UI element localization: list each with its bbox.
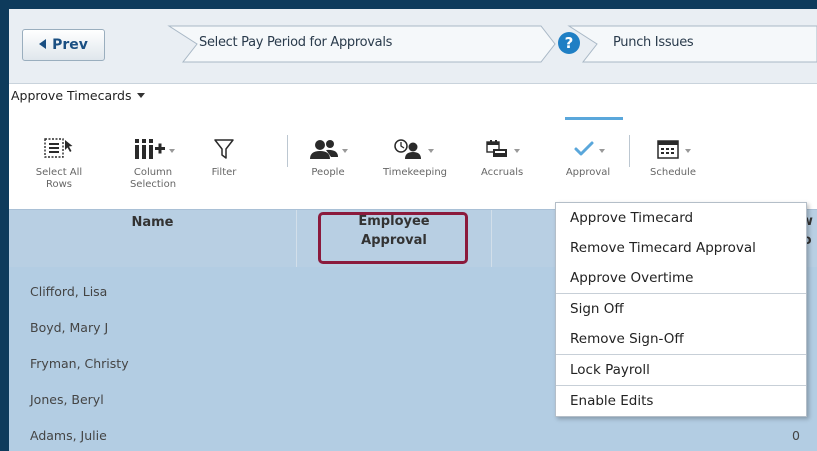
employee-name: Jones, Beryl xyxy=(30,392,104,407)
timekeeping-label: Timekeeping xyxy=(383,167,448,178)
column-header-name[interactable]: Name xyxy=(9,210,296,268)
toolbar-separator xyxy=(287,135,288,167)
row-value: 0 xyxy=(792,428,800,443)
filter-label: Filter xyxy=(211,167,237,178)
column-divider xyxy=(491,210,492,268)
wizard-step-select-pay-period[interactable]: Select Pay Period for Approvals xyxy=(199,27,392,59)
column-selection-label-1: Column xyxy=(133,167,173,178)
approval-button[interactable]: Approval xyxy=(565,127,611,179)
dropdown-arrow-icon xyxy=(598,149,605,153)
employee-name: Clifford, Lisa xyxy=(30,284,108,299)
wizard-steps-shapes xyxy=(167,25,817,63)
employee-name: Boyd, Mary J xyxy=(30,320,109,335)
menu-item-approve-timecard[interactable]: Approve Timecard xyxy=(556,203,806,233)
caret-down-icon xyxy=(137,93,146,98)
column-selection-label-2: Selection xyxy=(129,179,177,190)
filter-button[interactable]: Filter xyxy=(207,127,241,179)
timecard-approval-page: Prev Select Pay Period for Approvals ? P… xyxy=(9,9,817,451)
approval-label: Approval xyxy=(565,167,611,178)
select-all-label-1: Select All xyxy=(35,167,83,178)
approve-timecards-label: Approve Timecards xyxy=(11,88,132,103)
menu-item-remove-sign-off[interactable]: Remove Sign-Off xyxy=(556,324,806,354)
people-button[interactable]: People xyxy=(305,127,351,179)
approval-dropdown-menu: Approve Timecard Remove Timecard Approva… xyxy=(555,202,807,417)
employee-name: Fryman, Christy xyxy=(30,356,129,371)
toolbar-separator xyxy=(629,135,630,167)
column-header-name-label: Name xyxy=(131,215,174,230)
column-selection-button[interactable]: Column Selection xyxy=(123,127,183,191)
menu-item-sign-off[interactable]: Sign Off xyxy=(556,293,806,324)
calendar-icon xyxy=(656,140,679,159)
employee-name: Adams, Julie xyxy=(30,428,107,443)
accruals-label: Accruals xyxy=(481,167,524,178)
approve-timecards-dropdown[interactable]: Approve Timecards xyxy=(11,88,146,103)
filter-icon xyxy=(214,139,234,159)
column-add-icon xyxy=(134,139,165,159)
dropdown-arrow-icon xyxy=(168,149,175,153)
employee-approval-highlight xyxy=(318,212,468,264)
select-all-rows-button[interactable]: Select All Rows xyxy=(31,127,87,191)
menu-item-enable-edits[interactable]: Enable Edits xyxy=(556,385,806,416)
accruals-button[interactable]: Accruals xyxy=(481,127,523,179)
people-label: People xyxy=(311,167,345,178)
dropdown-arrow-icon xyxy=(427,149,434,153)
help-icon[interactable]: ? xyxy=(558,32,580,54)
schedule-button[interactable]: Schedule xyxy=(649,127,697,179)
wizard-step-punch-issues[interactable]: Punch Issues xyxy=(613,27,694,59)
menu-item-lock-payroll[interactable]: Lock Payroll xyxy=(556,354,806,385)
check-icon xyxy=(574,141,593,156)
menu-item-remove-timecard-approval[interactable]: Remove Timecard Approval xyxy=(556,233,806,263)
table-row[interactable]: Adams, Julie 0 xyxy=(9,418,817,451)
wizard-bar: Prev Select Pay Period for Approvals ? P… xyxy=(9,9,817,84)
dropdown-arrow-icon xyxy=(684,149,691,153)
select-all-label-2: Rows xyxy=(45,179,72,190)
accruals-icon xyxy=(485,140,507,157)
people-icon xyxy=(309,140,338,159)
menu-item-approve-overtime[interactable]: Approve Overtime xyxy=(556,263,806,293)
dropdown-arrow-icon xyxy=(341,149,348,153)
schedule-label: Schedule xyxy=(650,167,696,178)
active-tab-indicator xyxy=(565,117,623,120)
dropdown-arrow-icon xyxy=(513,149,520,153)
timekeeping-button[interactable]: Timekeeping xyxy=(383,127,447,179)
select-rows-icon xyxy=(44,138,73,158)
timekeeping-icon xyxy=(393,139,421,159)
